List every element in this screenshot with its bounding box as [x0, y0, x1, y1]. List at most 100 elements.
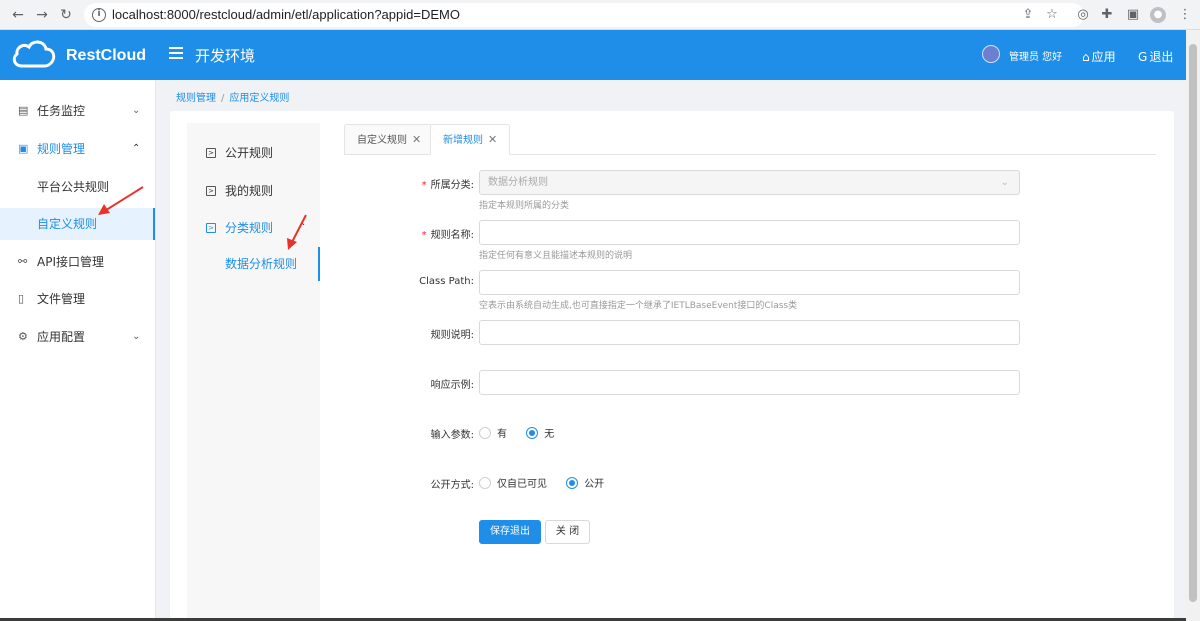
input-params-radio-yes[interactable]	[479, 426, 491, 439]
breadcrumb-item[interactable]: 应用定义规则	[229, 93, 289, 104]
sidebar-item-task-monitor[interactable]: ▤ 任务监控 ⌄	[0, 92, 155, 130]
submenu-item-public-rules[interactable]: > 公开规则	[187, 134, 320, 172]
sidebar-item-label: 任务监控	[37, 104, 86, 118]
sidebar-item-file-management[interactable]: ▯ 文件管理	[0, 280, 155, 318]
apps-label: 应用	[1091, 50, 1116, 64]
chevron-down-icon: ⌄	[132, 331, 141, 342]
save-exit-button[interactable]: 保存退出	[479, 520, 541, 544]
visibility-radio-group: 仅自已可见 公开	[479, 475, 620, 490]
home-icon: ⌂	[1082, 50, 1090, 64]
class-path-label: Class Path:	[419, 276, 474, 287]
input-params-radio-no[interactable]	[526, 426, 539, 439]
tab-label: 新增规则	[443, 135, 483, 146]
description-input[interactable]	[479, 320, 1020, 345]
annotation-arrow-icon	[287, 214, 307, 250]
close-icon[interactable]: ✕	[488, 133, 497, 146]
share-icon[interactable]: ⇪	[1020, 7, 1036, 23]
visibility-radio-public[interactable]	[566, 476, 579, 489]
menu-toggle-icon[interactable]	[169, 47, 183, 59]
sidebar-item-rule-management[interactable]: ▣ 规则管理 ⌃	[0, 130, 155, 168]
close-button[interactable]: 关 闭	[545, 520, 590, 544]
sidebar-item-api-management[interactable]: ⚯ API接口管理	[0, 243, 155, 281]
address-bar[interactable]: i localhost:8000/restcloud/admin/etl/app…	[84, 3, 1084, 27]
submenu-item-label: 数据分析规则	[225, 257, 298, 271]
submenu-item-label: 分类规则	[225, 221, 274, 235]
annotation-arrow-icon	[98, 186, 144, 215]
sidebar-item-app-config[interactable]: ⚙ 应用配置 ⌄	[0, 318, 155, 356]
app-header: RestCloud 开发环境 管理员 您好 ⌂ 应用 G 退出	[0, 30, 1186, 80]
back-arrow-icon[interactable]: ←	[8, 5, 28, 25]
rule-name-label-text: 规则名称:	[430, 230, 474, 241]
response-example-label: 响应示例:	[430, 380, 474, 391]
radio-label: 无	[544, 429, 555, 440]
class-path-input[interactable]	[479, 270, 1020, 295]
input-params-radio-group: 有 无	[479, 425, 570, 440]
description-label: 规则说明:	[430, 330, 474, 341]
breadcrumb-item[interactable]: 规则管理	[176, 93, 216, 104]
logout-label: 退出	[1149, 50, 1174, 64]
monitor-icon: ▤	[18, 104, 29, 117]
breadcrumb: 规则管理 / 应用定义规则	[176, 89, 289, 104]
tab-bar: 自定义规则 ✕ 新增规则 ✕	[344, 124, 1156, 155]
radio-label: 公开	[584, 479, 605, 490]
sidebar-item-label: 自定义规则	[37, 217, 98, 231]
restcloud-logo-icon[interactable]	[10, 38, 58, 70]
file-icon: ▯	[18, 292, 25, 305]
main-content: 规则管理 / 应用定义规则 > 公开规则 > 我的规则 > 分类规则 ⌃ 数据分析规…	[156, 80, 1186, 618]
submenu-item-label: 公开规则	[225, 146, 274, 160]
rule-name-input[interactable]	[479, 220, 1020, 245]
submenu-item-label: 我的规则	[225, 184, 274, 198]
breadcrumb-separator: /	[221, 93, 225, 104]
user-avatar[interactable]	[982, 45, 1000, 63]
browser-toolbar: ← → ↻ i localhost:8000/restcloud/admin/e…	[0, 0, 1200, 30]
category-select-value: 数据分析规则	[488, 177, 548, 188]
input-params-label: 输入参数:	[430, 430, 474, 441]
profile-avatar-icon[interactable]: ●	[1150, 7, 1166, 23]
logout-icon: G	[1138, 50, 1148, 64]
puzzle-extensions-icon[interactable]: ✚	[1098, 6, 1116, 24]
env-title: 开发环境	[195, 47, 256, 65]
radio-label: 仅自已可见	[497, 479, 547, 490]
scrollbar-thumb[interactable]	[1189, 44, 1197, 602]
visibility-radio-private[interactable]	[479, 476, 491, 489]
browser-menu-icon[interactable]: ⋮	[1176, 6, 1194, 24]
chevron-up-icon: ⌃	[132, 143, 141, 154]
logout-link[interactable]: G 退出	[1138, 48, 1173, 65]
url-text[interactable]: localhost:8000/restcloud/admin/etl/appli…	[112, 7, 460, 22]
link-icon: ⚯	[18, 255, 28, 268]
sidebar-item-label: API接口管理	[37, 255, 104, 269]
rule-name-label: * 规则名称:	[344, 226, 474, 241]
close-icon[interactable]: ✕	[412, 133, 421, 146]
radio-label: 有	[497, 429, 507, 440]
sidebar: ▤ 任务监控 ⌄ ▣ 规则管理 ⌃ 平台公共规则 自定义规则 ⚯ API接口管理…	[0, 80, 156, 618]
category-label-text: 所属分类:	[430, 180, 474, 191]
chevron-down-icon: ⌄	[1000, 177, 1009, 188]
sidebar-item-label: 规则管理	[37, 142, 86, 156]
submenu-item-my-rules[interactable]: > 我的规则	[187, 172, 320, 210]
logo-text[interactable]: RestCloud	[66, 47, 146, 65]
tab-custom-rules[interactable]: 自定义规则 ✕	[344, 124, 435, 155]
category-label: * 所属分类:	[344, 176, 474, 191]
apps-link[interactable]: ⌂ 应用	[1082, 48, 1116, 65]
admin-greeting[interactable]: 管理员 您好	[1009, 48, 1062, 63]
category-select[interactable]: 数据分析规则 ⌄	[479, 170, 1020, 195]
page-scrollbar[interactable]	[1186, 30, 1200, 621]
required-asterisk: *	[421, 180, 427, 191]
terminal-icon: >	[206, 148, 216, 158]
response-example-input[interactable]	[479, 370, 1020, 395]
bookmark-star-icon[interactable]: ☆	[1044, 7, 1060, 23]
info-icon[interactable]: i	[92, 8, 106, 22]
side-panel-icon[interactable]: ▣	[1124, 6, 1142, 24]
terminal-icon: >	[206, 223, 216, 233]
tab-new-rule[interactable]: 新增规则 ✕	[430, 124, 511, 155]
chevron-down-icon: ⌄	[132, 105, 141, 116]
submenu-item-data-analysis-rules[interactable]: 数据分析规则	[187, 247, 320, 281]
visibility-label: 公开方式:	[430, 480, 474, 491]
reload-icon[interactable]: ↻	[56, 5, 76, 25]
required-asterisk: *	[421, 230, 427, 241]
terminal-icon: ▣	[18, 142, 29, 155]
class-path-help-text: 空表示由系统自动生成,也可直接指定一个继承了IETLBaseEvent接口的Cl…	[479, 301, 798, 311]
rule-name-help-text: 指定任何有意义且能描述本规则的说明	[479, 251, 633, 261]
forward-arrow-icon[interactable]: →	[32, 5, 52, 25]
extension-circle-icon[interactable]: ◎	[1074, 6, 1092, 24]
